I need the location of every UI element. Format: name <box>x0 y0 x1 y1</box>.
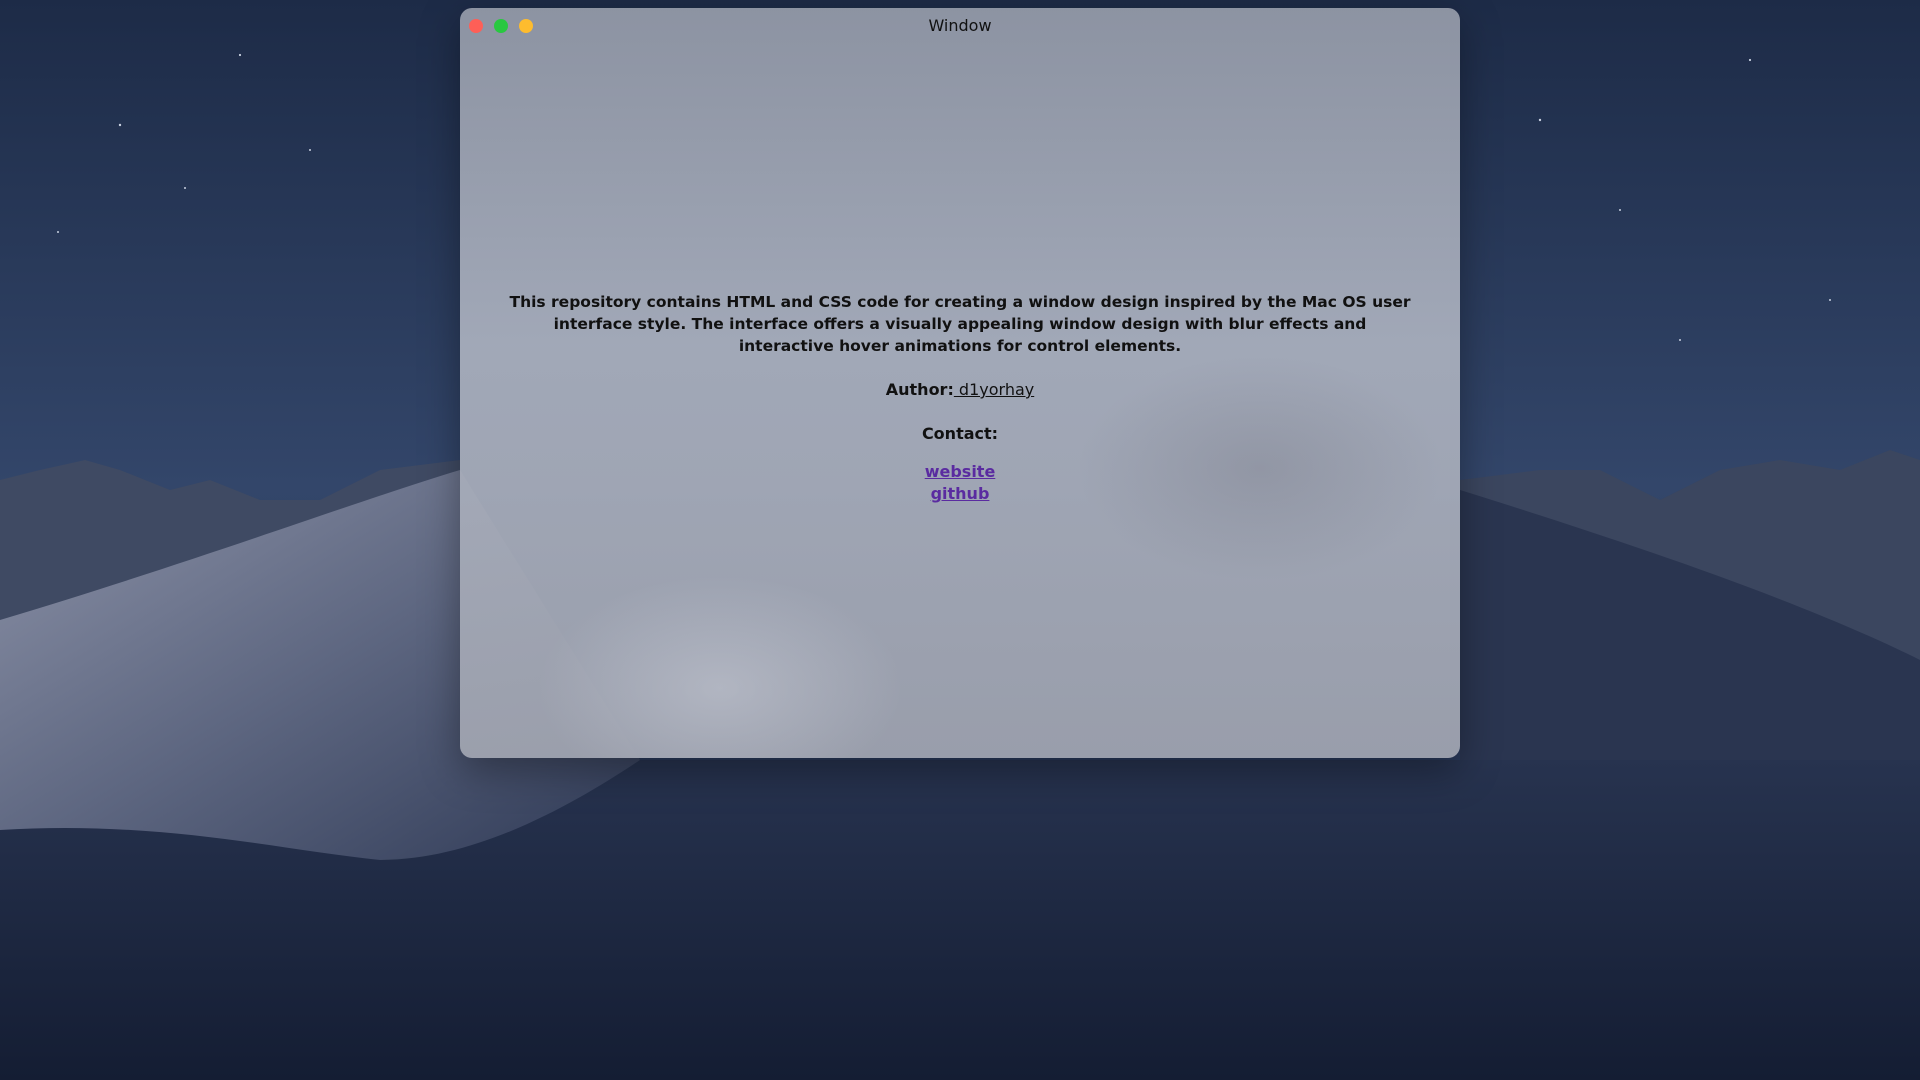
author-link[interactable]: d1yorhay <box>954 380 1034 399</box>
contact-links: website github <box>504 461 1416 505</box>
contact-label: Contact: <box>921 424 999 443</box>
author-line: Author: d1yorhay <box>504 379 1416 401</box>
main-window: Window This repository contains HTML and… <box>460 8 1460 758</box>
website-link[interactable]: website <box>925 461 996 483</box>
description-text: This repository contains HTML and CSS co… <box>509 293 1411 355</box>
author-label: Author: <box>885 380 954 399</box>
window-titlebar[interactable]: Window <box>460 8 1460 44</box>
window-title: Window <box>928 16 992 35</box>
window-content: This repository contains HTML and CSS co… <box>460 291 1460 505</box>
github-link[interactable]: github <box>931 483 990 505</box>
